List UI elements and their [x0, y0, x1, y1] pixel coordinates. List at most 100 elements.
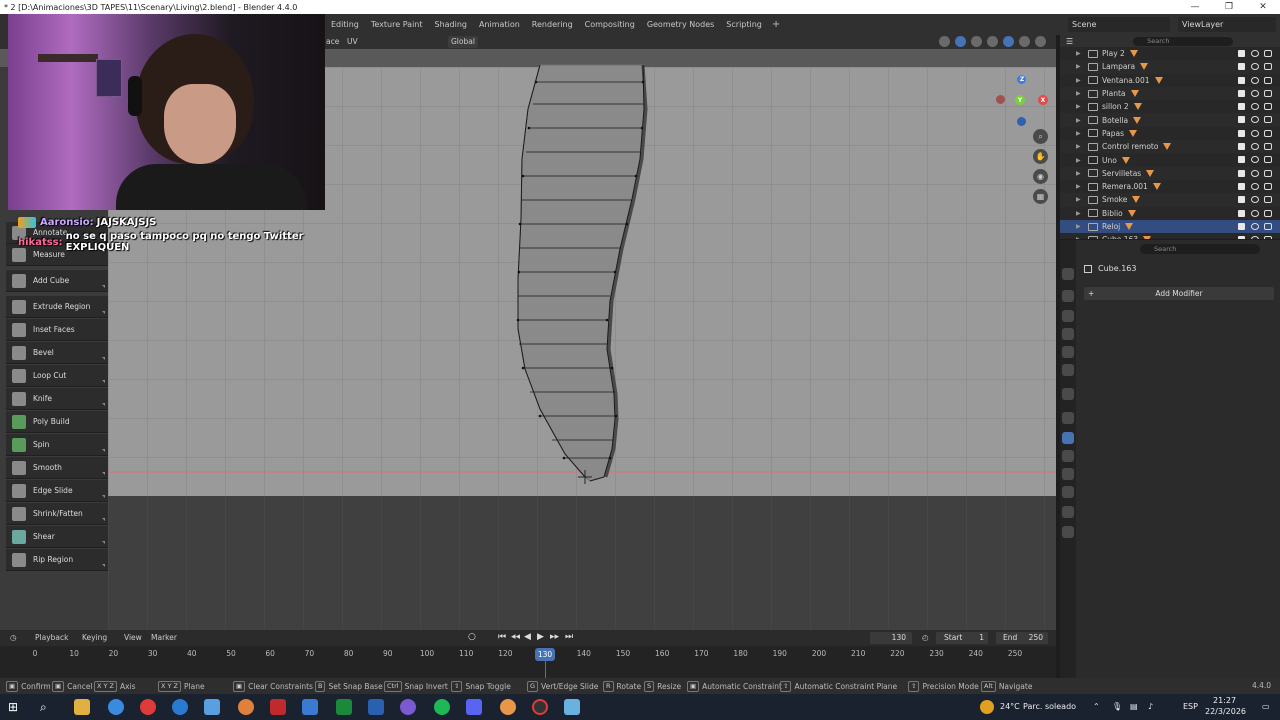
exclude-checkbox[interactable] — [1238, 169, 1245, 177]
add-modifier-button[interactable]: + Add Modifier — [1084, 287, 1274, 300]
gizmo-neg-z-axis[interactable] — [1017, 117, 1026, 126]
exclude-checkbox[interactable] — [1238, 76, 1245, 84]
jump-start-icon[interactable]: ⏮ — [498, 632, 506, 642]
render-camera-icon[interactable] — [1264, 196, 1272, 204]
exclude-checkbox[interactable] — [1238, 156, 1245, 164]
expand-chevron-icon[interactable]: ▶ — [1076, 223, 1084, 230]
visibility-eye-icon[interactable] — [1251, 116, 1259, 124]
exclude-checkbox[interactable] — [1238, 182, 1245, 190]
render-camera-icon[interactable] — [1264, 103, 1272, 111]
outliner-search-input[interactable]: Search — [1133, 36, 1234, 46]
exclude-checkbox[interactable] — [1238, 222, 1245, 230]
start-frame-field[interactable]: Start 1 — [936, 632, 988, 644]
davinci-icon[interactable] — [400, 699, 416, 715]
camera-view-icon[interactable]: ◉ — [1033, 169, 1048, 184]
visibility-eye-icon[interactable] — [1251, 129, 1259, 137]
outliner-row[interactable]: ▶ Uno — [1060, 153, 1280, 166]
marker-menu[interactable]: Marker — [151, 633, 177, 642]
properties-search-input[interactable]: Search — [1140, 244, 1260, 254]
outliner-row[interactable]: ▶ Servilletas — [1060, 166, 1280, 180]
file-explorer-icon[interactable] — [74, 699, 90, 715]
tool-props-icon[interactable] — [1062, 268, 1074, 280]
exclude-checkbox[interactable] — [1238, 236, 1245, 239]
gizmo-x-axis[interactable]: X — [1038, 95, 1048, 105]
exclude-checkbox[interactable] — [1238, 116, 1245, 124]
timeline-ruler[interactable]: 0 10 20 30 40 50 60 70 80 90 100 110 120 130 140 150 160… — [0, 648, 1056, 662]
volume-icon[interactable]: ♪ — [1148, 702, 1153, 711]
tool-extrude-region[interactable]: Extrude Region — [6, 296, 108, 318]
xray-icon[interactable] — [971, 36, 982, 47]
tool-poly-build[interactable]: Poly Build — [6, 411, 108, 433]
outliner-row[interactable]: ▶ Ventana.001 — [1060, 74, 1280, 87]
visibility-eye-icon[interactable] — [1251, 182, 1259, 190]
jump-keyframe-forward-icon[interactable]: ▸▸ — [550, 632, 559, 642]
outliner-row[interactable]: ▶ sillon 2 — [1060, 100, 1280, 113]
render-camera-icon[interactable] — [1264, 236, 1272, 239]
transform-orientation-dropdown[interactable]: Global — [448, 36, 478, 48]
network-icon[interactable]: ▤ — [1130, 702, 1138, 711]
gizmo-y-axis[interactable]: Y — [1015, 95, 1025, 105]
tool-rip-region[interactable]: Rip Region — [6, 549, 108, 571]
expand-chevron-icon[interactable]: ▶ — [1076, 90, 1084, 97]
current-frame-field[interactable]: 130 — [870, 632, 912, 644]
outliner-row[interactable]: ▶ Biblio — [1060, 207, 1280, 220]
tab-animation[interactable]: Animation — [473, 20, 526, 29]
jump-end-icon[interactable]: ⏭ — [565, 632, 573, 642]
visibility-eye-icon[interactable] — [1251, 103, 1259, 111]
render-props-icon[interactable] — [1062, 290, 1074, 302]
expand-chevron-icon[interactable]: ▶ — [1076, 130, 1084, 137]
tool-bevel[interactable]: Bevel — [6, 342, 108, 364]
outliner-row[interactable]: ▶ Planta — [1060, 86, 1280, 101]
end-frame-field[interactable]: End 250 — [996, 632, 1048, 644]
app-icon[interactable] — [204, 699, 220, 715]
tool-edge-slide[interactable]: Edge Slide — [6, 480, 108, 502]
blender-icon[interactable] — [238, 699, 254, 715]
visibility-eye-icon[interactable] — [1251, 156, 1259, 164]
blender-active-icon[interactable] — [500, 699, 516, 715]
play-reverse-icon[interactable]: ◀ — [524, 632, 531, 642]
render-camera-icon[interactable] — [1264, 129, 1272, 137]
tool-spin[interactable]: Spin — [6, 434, 108, 456]
zoom-icon[interactable]: ⌕ — [1033, 129, 1048, 144]
render-camera-icon[interactable] — [1264, 209, 1272, 217]
play-icon[interactable]: ▶ — [537, 632, 544, 642]
outliner-row[interactable]: ▶ Reloj — [1060, 219, 1280, 234]
outliner-row[interactable]: ▶ Play 2 — [1060, 47, 1280, 60]
tool-shear[interactable]: Shear — [6, 526, 108, 548]
tab-texture-paint[interactable]: Texture Paint — [365, 20, 429, 29]
exclude-checkbox[interactable] — [1238, 143, 1245, 151]
discord-icon[interactable] — [466, 699, 482, 715]
physics-props-icon[interactable] — [1062, 468, 1074, 480]
clock-icon[interactable]: ◴ — [922, 633, 929, 642]
media-app-icon[interactable] — [270, 699, 286, 715]
expand-chevron-icon[interactable]: ▶ — [1076, 117, 1084, 124]
visibility-eye-icon[interactable] — [1251, 169, 1259, 177]
render-camera-icon[interactable] — [1264, 89, 1272, 97]
expand-chevron-icon[interactable]: ▶ — [1076, 63, 1084, 70]
view-layer-selector[interactable]: ViewLayer — [1178, 17, 1276, 32]
windows-start-icon[interactable]: ⊞ — [8, 699, 24, 715]
visibility-eye-icon[interactable] — [1251, 222, 1259, 230]
maximize-button[interactable]: ❐ — [1212, 0, 1246, 14]
material-shading-icon[interactable] — [1019, 36, 1030, 47]
exclude-checkbox[interactable] — [1238, 196, 1245, 204]
ortho-grid-icon[interactable]: ▦ — [1033, 189, 1048, 204]
outliner-row[interactable]: ▶ Cube.163 — [1060, 233, 1280, 239]
keying-menu[interactable]: Keying — [82, 633, 107, 642]
tray-chevron-icon[interactable]: ⌃ — [1093, 702, 1100, 711]
visibility-eye-icon[interactable] — [1251, 196, 1259, 204]
outliner-row[interactable]: ▶ Botella — [1060, 113, 1280, 127]
exclude-checkbox[interactable] — [1238, 103, 1245, 111]
object-props-icon[interactable] — [1062, 412, 1074, 424]
misc-app-icon[interactable] — [564, 699, 580, 715]
expand-chevron-icon[interactable]: ▶ — [1076, 196, 1084, 203]
tab-editing[interactable]: Editing — [325, 20, 365, 29]
wireframe-shading-icon[interactable] — [987, 36, 998, 47]
clock-date[interactable]: 22/3/2026 — [1205, 707, 1246, 716]
visibility-eye-icon[interactable] — [1251, 143, 1259, 151]
output-props-icon[interactable] — [1062, 310, 1074, 322]
exclude-checkbox[interactable] — [1238, 129, 1245, 137]
expand-chevron-icon[interactable]: ▶ — [1076, 236, 1084, 239]
expand-chevron-icon[interactable]: ▶ — [1076, 157, 1084, 164]
mode-menu[interactable]: ace — [326, 36, 339, 48]
